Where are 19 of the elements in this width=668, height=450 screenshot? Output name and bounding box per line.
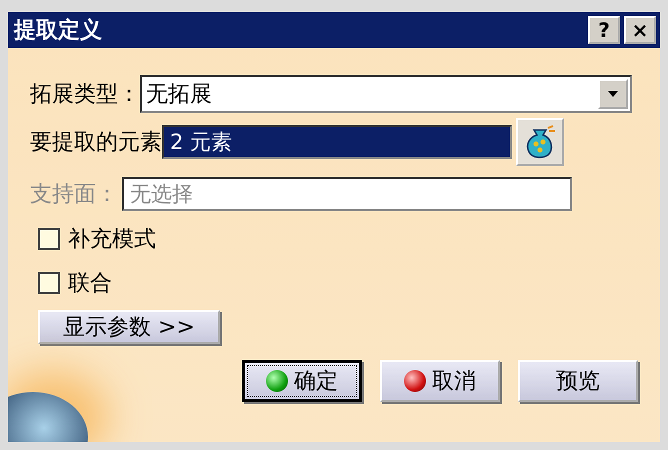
preview-button[interactable]: 预览: [518, 360, 638, 402]
show-parameters-button[interactable]: 显示参数 >>: [38, 310, 220, 344]
field-label: 支持面：: [30, 181, 118, 209]
checkbox[interactable]: [38, 272, 60, 294]
cancel-button[interactable]: 取消: [380, 360, 500, 402]
selection-field[interactable]: 2 元素: [162, 125, 512, 159]
checkbox-label: 联合: [68, 270, 112, 298]
multi-selection-button[interactable]: [516, 118, 564, 166]
ball-icon: [266, 370, 288, 392]
checkbox[interactable]: [38, 228, 60, 250]
window-title: 提取定义: [14, 16, 102, 45]
checkbox-label: 补充模式: [68, 226, 156, 254]
dropdown-field[interactable]: 无拓展: [140, 75, 632, 113]
close-button[interactable]: ×: [624, 16, 656, 44]
field-label: 拓展类型：: [30, 81, 140, 109]
field-label: 要提取的元素: [30, 129, 162, 157]
help-button[interactable]: ?: [588, 16, 620, 44]
ok-button[interactable]: 确定: [242, 360, 362, 402]
ball-icon: [404, 370, 426, 392]
